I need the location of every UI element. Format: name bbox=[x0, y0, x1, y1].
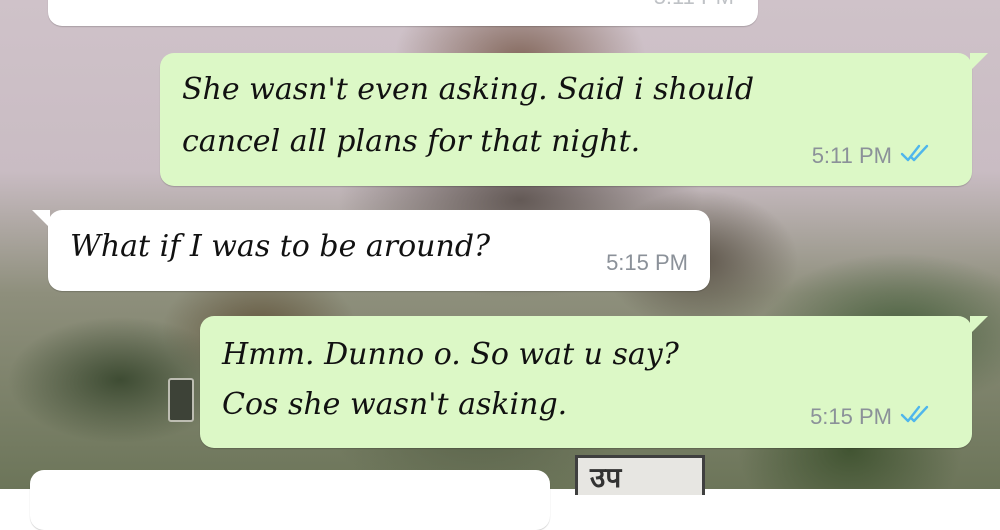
double-check-icon bbox=[900, 404, 930, 430]
double-check-icon bbox=[900, 143, 930, 169]
message-time: 5:11 PM bbox=[811, 143, 892, 168]
message-meta: 5:11 PM bbox=[812, 143, 930, 169]
message-time: 5:15 PM bbox=[810, 404, 892, 429]
wallpaper-patch bbox=[168, 378, 194, 422]
message-bubble-incoming[interactable]: What if I was to be around? 5:15 PM bbox=[32, 210, 710, 291]
message-text-line: She wasn't even asking. Said i should bbox=[182, 72, 755, 107]
message-time: 5:15 PM bbox=[606, 250, 688, 275]
message-bubble-outgoing[interactable]: Hmm. Dunno o. So wat u say? Cos she wasn… bbox=[200, 316, 988, 448]
message-text-line: What if I was to be around? bbox=[70, 229, 491, 264]
message-meta: 5:15 PM bbox=[606, 250, 688, 276]
wallpaper-name-tape: उप bbox=[575, 455, 705, 495]
message-meta: 5:11 PM bbox=[654, 0, 734, 10]
message-text-line: cancel all plans for that night. bbox=[182, 124, 641, 159]
message-bubble-outgoing[interactable]: She wasn't even asking. Said i should ca… bbox=[160, 53, 988, 186]
message-meta: 5:15 PM bbox=[810, 404, 930, 430]
message-bubble-incoming[interactable]: 5:11 PM bbox=[48, 0, 758, 26]
message-text-line: Cos she wasn't asking. bbox=[222, 387, 568, 422]
message-time: 5:11 PM bbox=[654, 0, 734, 10]
message-text-line: Hmm. Dunno o. So wat u say? bbox=[222, 337, 679, 372]
message-bubble-incoming[interactable] bbox=[30, 470, 550, 530]
